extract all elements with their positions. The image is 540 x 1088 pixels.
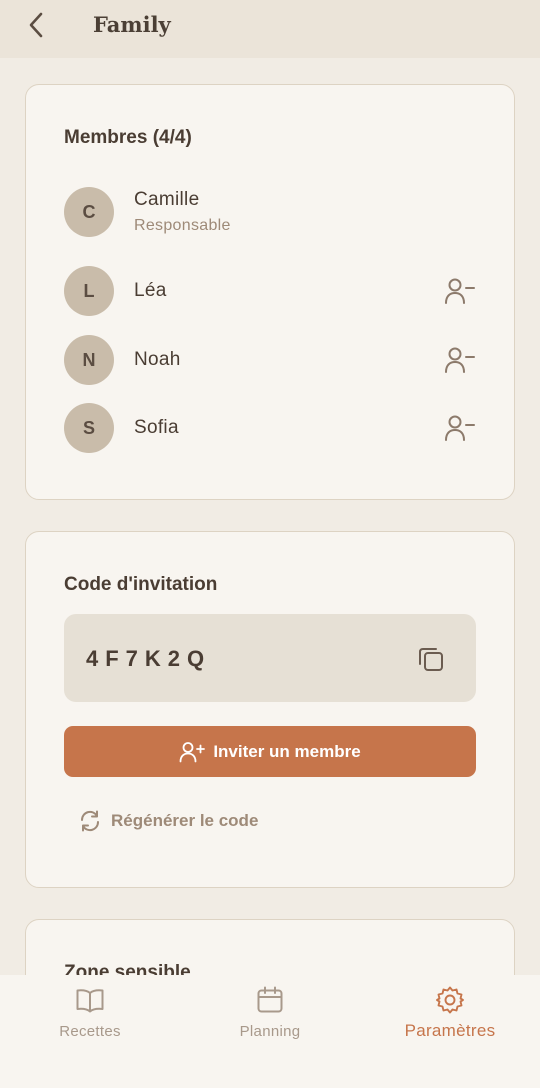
remove-member-button[interactable] (442, 276, 478, 306)
user-minus-icon (445, 278, 475, 304)
chevron-left-icon (29, 12, 43, 38)
tab-recettes[interactable]: Recettes (0, 975, 180, 1055)
user-minus-icon (445, 347, 475, 373)
member-row: N Noah (64, 335, 478, 385)
invite-button-label: Inviter un membre (213, 741, 361, 761)
user-minus-icon (445, 415, 475, 441)
bottom-tab-bar: Recettes Planning Paramètres (0, 975, 540, 1088)
invitation-title: Code d'invitation (64, 574, 218, 595)
regenerate-code-button[interactable]: Régénérer le code (78, 808, 258, 834)
tab-label: Paramètres (404, 1021, 496, 1040)
regenerate-label: Régénérer le code (111, 811, 259, 830)
calendar-icon (257, 986, 283, 1013)
page-title: Family (93, 12, 171, 37)
tab-planning[interactable]: Planning (180, 975, 360, 1055)
members-title: Membres (4/4) (64, 127, 192, 148)
avatar: N (64, 335, 114, 385)
tab-label: Planning (239, 1023, 301, 1040)
member-name: Léa (134, 280, 167, 301)
copy-code-button[interactable] (416, 644, 446, 674)
remove-member-button[interactable] (442, 345, 478, 375)
tab-parametres[interactable]: Paramètres (360, 975, 540, 1055)
member-row: L Léa (64, 266, 478, 316)
avatar: L (64, 266, 114, 316)
member-name: Noah (134, 349, 181, 370)
back-button[interactable] (22, 10, 50, 40)
member-role: Responsable (134, 217, 231, 234)
invitation-code: 4F7K2Q (86, 646, 212, 671)
book-icon (76, 989, 104, 1013)
member-name: Sofia (134, 417, 179, 438)
invite-member-button[interactable]: Inviter un membre (64, 726, 476, 777)
member-row: S Sofia (64, 403, 478, 453)
member-row: C Camille Responsable (64, 187, 478, 237)
refresh-icon (80, 810, 100, 832)
tab-label: Recettes (59, 1023, 121, 1040)
copy-icon (419, 648, 443, 671)
user-plus-icon (179, 741, 206, 762)
remove-member-button[interactable] (442, 413, 478, 443)
member-name: Camille (134, 189, 200, 210)
avatar: C (64, 187, 114, 237)
avatar: S (64, 403, 114, 453)
gear-icon (436, 986, 464, 1014)
invitation-code-box: 4F7K2Q (64, 614, 476, 702)
invitation-card: Code d'invitation 4F7K2Q Inviter un memb… (25, 531, 515, 888)
top-bar: Family (0, 0, 540, 58)
members-card: Membres (4/4) C Camille Responsable L Lé… (25, 84, 515, 500)
